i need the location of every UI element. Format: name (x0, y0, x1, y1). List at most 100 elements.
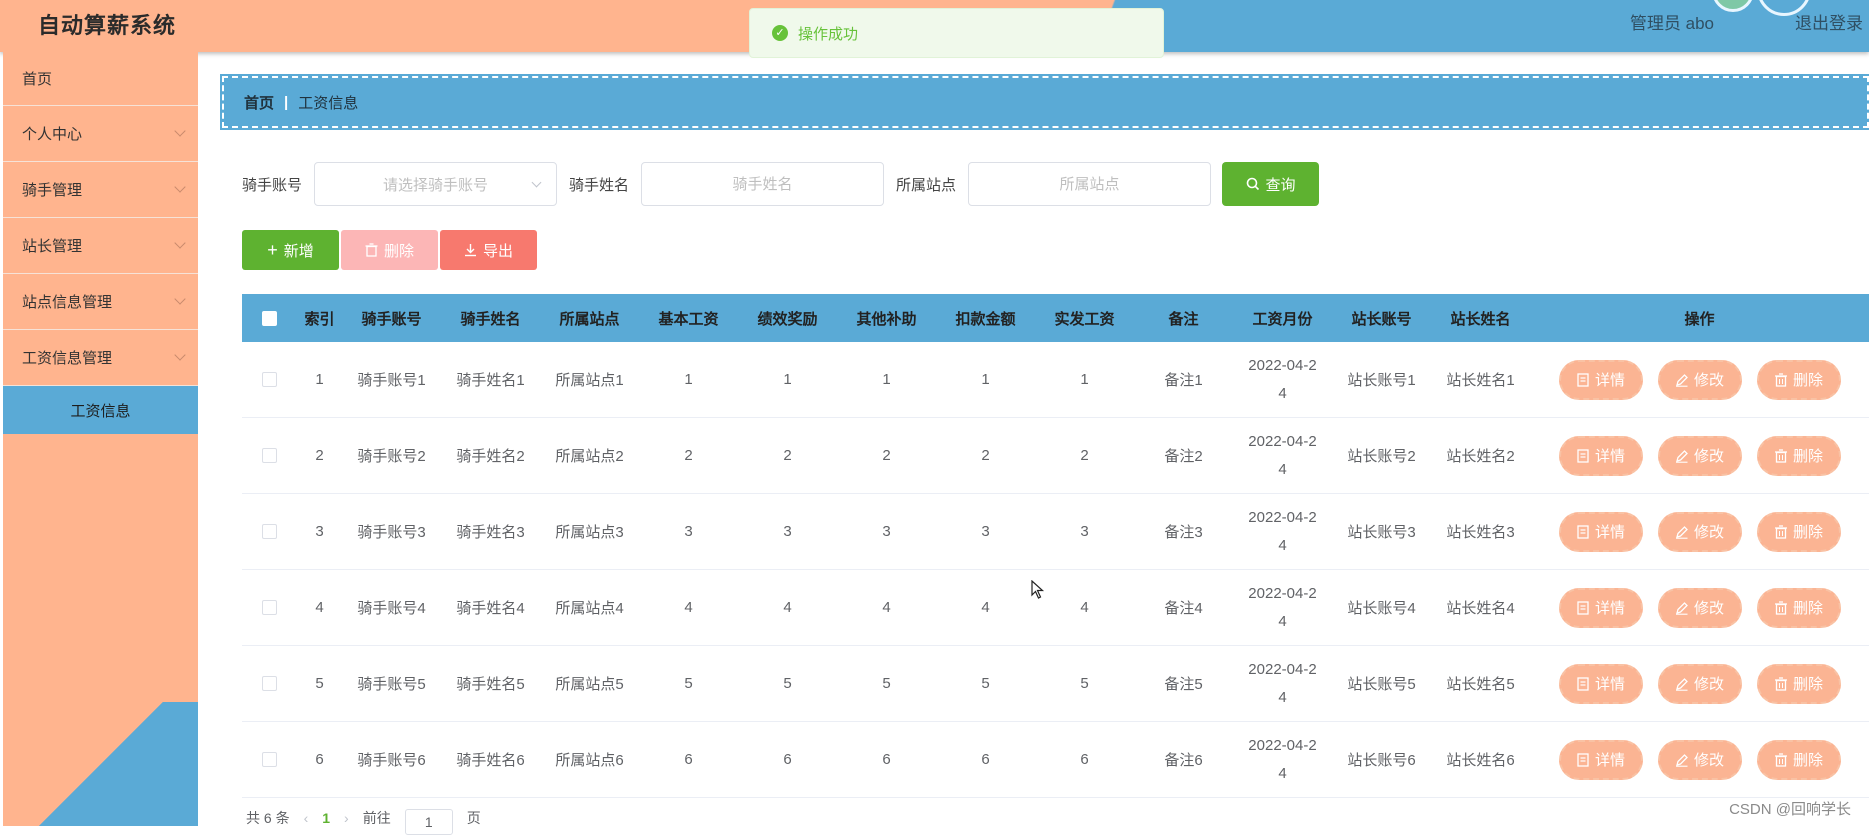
select-all-checkbox[interactable] (262, 310, 277, 326)
cell-station-master-name: 站长姓名3 (1446, 524, 1515, 541)
cell-base-salary: 6 (684, 751, 693, 768)
sidebar-item-label: 工资信息管理 (22, 350, 113, 367)
batch-delete-button[interactable]: 删除 (341, 230, 438, 270)
sidebar-item-personal-center[interactable]: 个人中心 (3, 106, 198, 162)
delete-button[interactable]: 删除 (1756, 511, 1841, 552)
sidebar-item-salary-info-management[interactable]: 工资信息管理 (3, 330, 198, 386)
chevron-right-icon[interactable]: › (344, 810, 349, 826)
delete-button[interactable]: 删除 (1756, 663, 1841, 704)
sidebar-item-station-master-management[interactable]: 站长管理 (3, 218, 198, 274)
edit-button[interactable]: 修改 (1657, 359, 1742, 400)
cell-remark: 备注2 (1164, 448, 1203, 465)
add-button[interactable]: + 新增 (242, 230, 339, 270)
sidebar-corner-decoration (3, 702, 198, 826)
logout-link[interactable]: 退出登录 (1795, 9, 1863, 34)
cell-index: 2 (315, 447, 324, 464)
row-checkbox[interactable] (262, 752, 277, 767)
column-header: 站长姓名 (1450, 310, 1511, 328)
goto-page-input[interactable]: 1 (404, 809, 453, 835)
delete-button-label: 删除 (1792, 600, 1823, 617)
sidebar-item-station-info-management[interactable]: 站点信息管理 (3, 274, 198, 330)
cell-base-salary: 1 (684, 371, 693, 388)
table-row: 5 骑手账号5 骑手姓名5 所属站点5 5 5 5 5 5 备注5 2022-04-24 站长账号5 站… (242, 646, 1869, 722)
table-header: 索引 骑手账号 骑手姓名 所属站点 基本工资 绩效奖励 其他补助 扣款金额 实发… (242, 294, 1869, 342)
row-checkbox[interactable] (262, 448, 277, 463)
cell-salary-month: 2022-04-24 (1248, 508, 1317, 554)
edit-button[interactable]: 修改 (1657, 739, 1742, 780)
edit-button-label: 修改 (1693, 448, 1724, 465)
edit-button[interactable]: 修改 (1657, 587, 1742, 628)
delete-button[interactable]: 删除 (1756, 435, 1841, 476)
cell-rider-account: 骑手账号4 (357, 600, 426, 617)
sidebar-item-label: 站长管理 (22, 238, 83, 255)
edit-button[interactable]: 修改 (1657, 663, 1742, 704)
station-input[interactable] (969, 163, 1211, 205)
table-body: 1 骑手账号1 骑手姓名1 所属站点1 1 1 1 1 1 备注1 2022-04-24 站长账号1 站… (242, 342, 1869, 798)
delete-button[interactable]: 删除 (1756, 359, 1841, 400)
row-checkbox[interactable] (262, 372, 277, 387)
document-icon (1577, 752, 1589, 767)
download-icon (464, 244, 476, 257)
cell-net-salary: 3 (1080, 523, 1089, 540)
rider-name-field[interactable] (641, 162, 885, 206)
column-header: 绩效奖励 (757, 310, 818, 328)
cell-performance-bonus: 5 (783, 675, 792, 692)
delete-button[interactable]: 删除 (1756, 587, 1841, 628)
cell-index: 1 (315, 371, 324, 388)
row-checkbox[interactable] (262, 524, 277, 539)
export-button[interactable]: 导出 (440, 230, 537, 270)
cell-base-salary: 3 (684, 523, 693, 540)
plus-icon: + (267, 240, 278, 260)
row-checkbox[interactable] (262, 676, 277, 691)
row-select-cell (242, 600, 297, 615)
row-checkbox[interactable] (262, 600, 277, 615)
station-field[interactable] (968, 162, 1212, 206)
cell-rider-name: 骑手姓名1 (456, 372, 525, 389)
goto-label: 前往 (362, 810, 391, 826)
delete-button[interactable]: 删除 (1756, 739, 1841, 780)
pencil-icon (1675, 601, 1688, 615)
detail-button[interactable]: 详情 (1558, 739, 1643, 780)
cell-station: 所属站点4 (555, 600, 624, 617)
trash-icon (1774, 448, 1787, 463)
breadcrumb: 首页 | 工资信息 (220, 74, 1869, 130)
cell-other-allowance: 5 (882, 675, 891, 692)
edit-button[interactable]: 修改 (1657, 435, 1742, 476)
sidebar-item-rider-management[interactable]: 骑手管理 (3, 162, 198, 218)
column-header: 骑手账号 (361, 310, 422, 328)
row-actions: 详情 修改 删除 (1530, 663, 1869, 704)
sidebar-subitem-salary-info[interactable]: 工资信息 (3, 386, 198, 434)
rider-account-select[interactable]: 请选择骑手账号 (314, 162, 558, 206)
detail-button[interactable]: 详情 (1558, 587, 1643, 628)
row-actions: 详情 修改 删除 (1530, 739, 1869, 780)
cell-station: 所属站点3 (555, 524, 624, 541)
detail-button[interactable]: 详情 (1558, 511, 1643, 552)
cell-remark: 备注6 (1164, 752, 1203, 769)
edit-button[interactable]: 修改 (1657, 511, 1742, 552)
cell-station: 所属站点6 (555, 752, 624, 769)
row-actions: 详情 修改 删除 (1530, 587, 1869, 628)
detail-button-label: 详情 (1594, 524, 1625, 541)
chevron-down-icon (174, 125, 186, 137)
query-button[interactable]: 查询 (1222, 162, 1320, 206)
breadcrumb-home[interactable]: 首页 (244, 92, 274, 113)
detail-button[interactable]: 详情 (1558, 435, 1643, 476)
page-number[interactable]: 1 (322, 810, 330, 826)
cell-rider-account: 骑手账号2 (357, 448, 426, 465)
document-icon (1577, 372, 1589, 387)
column-header: 所属站点 (559, 310, 620, 328)
row-select-cell (242, 752, 297, 767)
detail-button-label: 详情 (1594, 372, 1625, 389)
detail-button[interactable]: 详情 (1558, 359, 1643, 400)
rider-name-input[interactable] (642, 163, 884, 205)
sidebar-item-label: 个人中心 (22, 126, 83, 143)
chevron-down-icon (174, 349, 186, 361)
cell-base-salary: 2 (684, 447, 693, 464)
detail-button[interactable]: 详情 (1558, 663, 1643, 704)
cell-salary-month: 2022-04-24 (1248, 432, 1317, 478)
pencil-icon (1675, 677, 1688, 691)
table-row: 1 骑手账号1 骑手姓名1 所属站点1 1 1 1 1 1 备注1 2022-04-24 站长账号1 站… (242, 342, 1869, 418)
sidebar-item-home[interactable]: 首页 (3, 52, 198, 106)
chevron-left-icon[interactable]: ‹ (304, 810, 309, 826)
cell-deduction: 3 (981, 523, 990, 540)
